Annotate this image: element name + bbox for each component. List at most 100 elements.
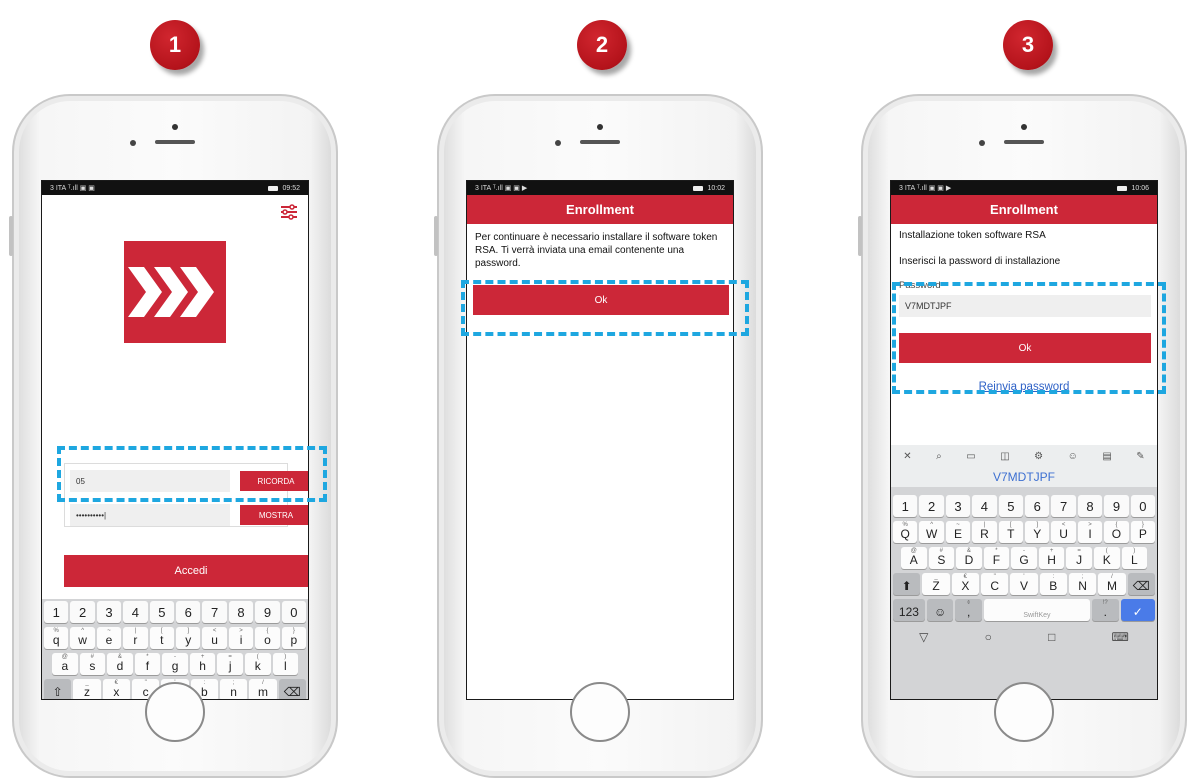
key-p[interactable]: } P <box>1130 521 1156 543</box>
shift-icon[interactable]: ⇧ <box>44 679 72 699</box>
key-t[interactable]: [T <box>998 521 1024 543</box>
recents-icon[interactable]: □ <box>1048 630 1055 644</box>
search-icon[interactable]: ⌕ <box>936 451 942 462</box>
key-2[interactable]: 2 <box>70 601 95 623</box>
key-4[interactable]: 4 <box>972 495 997 517</box>
key-m[interactable]: / M <box>1098 573 1126 595</box>
key-d[interactable]: & D <box>956 547 982 569</box>
key-6[interactable]: 6 <box>1025 495 1050 517</box>
key-l[interactable]: ) L <box>1121 547 1148 569</box>
key-z[interactable]: _ z <box>73 679 101 699</box>
home-button[interactable] <box>570 682 630 742</box>
key-j[interactable]: = j <box>217 653 243 675</box>
key-x[interactable]: € x <box>102 679 130 699</box>
key-3[interactable]: 3 <box>96 601 122 623</box>
key-a[interactable]: @ a <box>52 653 78 675</box>
key-8[interactable]: 8 <box>1077 495 1103 517</box>
key-7[interactable]: 7 <box>202 601 227 623</box>
key-7[interactable]: 7 <box>1051 495 1076 517</box>
key-123[interactable]: 123 <box>893 599 925 621</box>
key-comma[interactable]: ⌽, <box>955 599 982 621</box>
key-5[interactable]: 5 <box>998 495 1024 517</box>
key-r[interactable]: | r <box>123 627 148 649</box>
key-r[interactable]: | R <box>972 521 997 543</box>
key-h[interactable]: + H <box>1038 547 1065 569</box>
gif-icon[interactable]: ▭ <box>966 451 975 462</box>
theme-icon[interactable]: ☺ <box>1068 451 1078 462</box>
key-w[interactable]: ^ w <box>70 627 95 649</box>
home-button[interactable] <box>145 682 205 742</box>
key-u[interactable]: < U <box>1051 521 1076 543</box>
key-c[interactable]: " C <box>980 573 1009 595</box>
key-period[interactable]: !?. <box>1092 599 1119 621</box>
key-g[interactable]: -g <box>162 653 188 675</box>
key-5[interactable]: 5 <box>149 601 175 623</box>
key-k[interactable]: (k <box>244 653 271 675</box>
key-a[interactable]: @ A <box>901 547 927 569</box>
key-j[interactable]: = J <box>1066 547 1092 569</box>
key-p[interactable]: } p <box>281 627 307 649</box>
key-0[interactable]: 0 <box>1130 495 1156 517</box>
show-password-button[interactable]: MOSTRA <box>240 505 308 525</box>
settings-icon[interactable]: ⚙ <box>1034 451 1043 462</box>
space-bar[interactable]: SwiftKey <box>983 599 1090 621</box>
key-3[interactable]: 3 <box>945 495 971 517</box>
key-i[interactable]: > I <box>1077 521 1103 543</box>
key-1[interactable]: 1 <box>893 495 918 517</box>
key-m[interactable]: / m <box>249 679 277 699</box>
key-label: D <box>964 553 974 567</box>
keyboard-icon[interactable]: ⌨ <box>1112 630 1129 644</box>
key-d[interactable]: & d <box>107 653 133 675</box>
key-h[interactable]: + h <box>189 653 216 675</box>
sliders-icon[interactable] <box>280 203 298 221</box>
back-icon[interactable]: ▽ <box>919 630 928 644</box>
home-nav-icon[interactable]: ○ <box>985 630 992 644</box>
key-x[interactable]: € X <box>951 573 979 595</box>
key-q[interactable]: % Q <box>893 521 918 543</box>
key-n[interactable]: ; n <box>219 679 248 699</box>
clipboard-icon[interactable]: ▤ <box>1102 451 1111 462</box>
key-q[interactable]: % q <box>44 627 69 649</box>
key-s[interactable]: # S <box>928 547 955 569</box>
key-e[interactable]: ~ e <box>96 627 122 649</box>
backspace-icon[interactable]: ⌫ <box>278 679 306 699</box>
enter-check-icon[interactable]: ✓ <box>1120 599 1156 621</box>
key-b[interactable]: :B <box>1039 573 1067 595</box>
key-t[interactable]: [t <box>149 627 175 649</box>
emoji-icon[interactable]: ☺ <box>926 599 954 621</box>
key-1[interactable]: 1 <box>44 601 69 623</box>
backspace-icon[interactable]: ⌫ <box>1127 573 1155 595</box>
shift-icon[interactable]: ⬆ <box>893 573 921 595</box>
key-6[interactable]: 6 <box>176 601 201 623</box>
key-g[interactable]: -G <box>1011 547 1037 569</box>
key-9[interactable]: 9 <box>255 601 280 623</box>
key-f[interactable]: * f <box>134 653 161 675</box>
key-v[interactable]: ' V <box>1010 573 1038 595</box>
key-u[interactable]: < u <box>202 627 227 649</box>
key-2[interactable]: 2 <box>919 495 944 517</box>
key-4[interactable]: 4 <box>123 601 148 623</box>
key-w[interactable]: ^ W <box>919 521 944 543</box>
suggestion-word[interactable]: V7MDTJPF <box>891 467 1157 487</box>
key-y[interactable]: ] Y <box>1025 521 1050 543</box>
key-k[interactable]: (K <box>1093 547 1120 569</box>
key-e[interactable]: ~ E <box>945 521 971 543</box>
key-s[interactable]: # s <box>79 653 106 675</box>
key-l[interactable]: ) l <box>272 653 299 675</box>
key-9[interactable]: 9 <box>1104 495 1129 517</box>
key-o[interactable]: {o <box>255 627 280 649</box>
close-icon[interactable]: ✕ <box>903 451 911 462</box>
key-i[interactable]: > i <box>228 627 254 649</box>
key-o[interactable]: {O <box>1104 521 1129 543</box>
sticker-icon[interactable]: ◫ <box>1000 451 1009 462</box>
key-0[interactable]: 0 <box>281 601 307 623</box>
key-8[interactable]: 8 <box>228 601 254 623</box>
key-z[interactable]: _ Z <box>922 573 950 595</box>
pin-icon[interactable]: ✎ <box>1136 451 1144 462</box>
login-button[interactable]: Accedi <box>64 555 308 587</box>
key-n[interactable]: ; N <box>1068 573 1097 595</box>
password-field[interactable]: ••••••••••| <box>70 504 230 526</box>
key-f[interactable]: * F <box>983 547 1010 569</box>
home-button[interactable] <box>994 682 1054 742</box>
key-y[interactable]: ] y <box>176 627 201 649</box>
